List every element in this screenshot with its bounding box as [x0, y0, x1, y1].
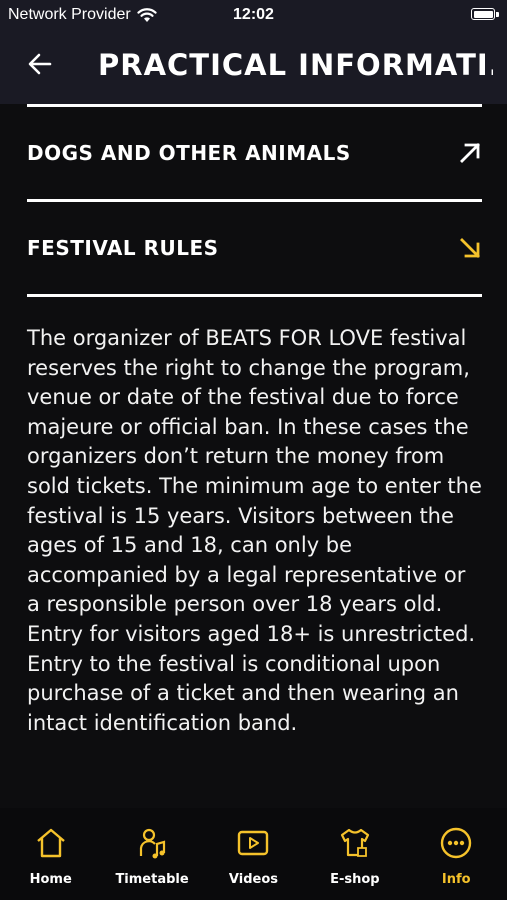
tab-label: E-shop [330, 872, 380, 887]
battery-tip [496, 12, 499, 17]
battery-icon [471, 8, 495, 20]
tshirt-icon [340, 828, 369, 857]
status-bar: Network Provider 12:02 [0, 0, 507, 30]
navigation-bar: PRACTICAL INFORMATI... [0, 30, 507, 104]
tab-info[interactable]: Info [406, 808, 506, 900]
tab-videos[interactable]: Videos [203, 808, 303, 900]
tab-label: Info [441, 872, 471, 887]
tab-home[interactable]: Home [1, 808, 101, 900]
timetable-icon [139, 828, 166, 859]
arrow-up-right-icon [460, 143, 480, 163]
section-label: FESTIVAL RULES [27, 236, 219, 260]
tab-label: Home [29, 872, 72, 887]
home-icon [36, 828, 65, 858]
section-label: DOGS AND OTHER ANIMALS [27, 141, 351, 165]
tab-timetable[interactable]: Timetable [102, 808, 202, 900]
more-icon [441, 827, 472, 859]
tab-bar: Home Timetable Videos E-shop Info [0, 808, 507, 900]
tab-label: Videos [228, 872, 279, 887]
festival-rules-text: The organizer of BEATS FOR LOVE festival… [27, 326, 482, 735]
clock: 12:02 [233, 6, 274, 23]
divider [27, 294, 482, 297]
content-area: DOGS AND OTHER ANIMALS FESTIVAL RULES Th… [27, 104, 482, 738]
back-arrow-icon[interactable] [26, 50, 54, 78]
section-festival-rules[interactable]: FESTIVAL RULES [27, 202, 482, 294]
arrow-down-right-icon [460, 238, 480, 258]
tab-e-shop[interactable]: E-shop [305, 808, 405, 900]
tab-label: Timetable [115, 872, 189, 887]
page-title: PRACTICAL INFORMATI... [98, 48, 493, 82]
play-icon [238, 830, 269, 856]
section-dogs-and-other-animals[interactable]: DOGS AND OTHER ANIMALS [27, 107, 482, 199]
